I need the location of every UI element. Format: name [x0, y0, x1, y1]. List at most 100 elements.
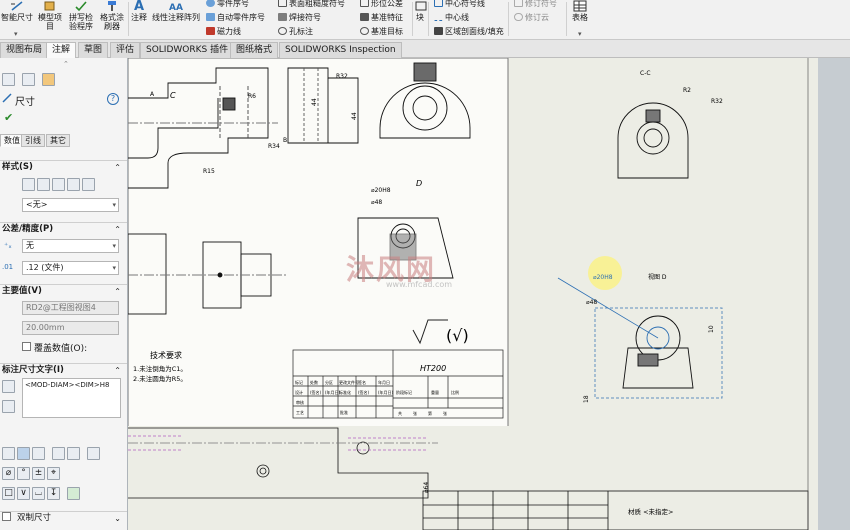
tab-leaders[interactable]: 引线: [21, 134, 45, 147]
block-label: 块: [416, 13, 424, 22]
symbol-counterbore-button[interactable]: ⌴: [32, 487, 45, 500]
weld-symbol-label: 焊接符号: [289, 13, 321, 22]
geometric-tolerance-button[interactable]: 形位公差: [360, 0, 403, 9]
primary-value-section-header[interactable]: 主要值(V) ⌃: [0, 284, 127, 298]
center-mark-icon: [434, 0, 443, 7]
dim-text-textarea[interactable]: <MOD-DIAM><DIM>H8: [22, 378, 121, 418]
align-right-button[interactable]: [32, 447, 45, 460]
dropdown-arrow-icon[interactable]: ▾: [578, 30, 582, 38]
tolerance-section-header[interactable]: 公差/精度(P) ⌃: [0, 222, 127, 236]
drawing-canvas[interactable]: HT200 标记 处数 分区 更改文件号 签名 年月日 设计 (签名) (年月日…: [128, 58, 850, 530]
magnetic-line-icon: [206, 27, 215, 35]
dim-text-leader-button[interactable]: [2, 380, 15, 393]
symbol-centerline-button[interactable]: ⌖: [47, 467, 60, 480]
chevron-up-icon: ⌃: [114, 366, 121, 375]
chevron-down-icon: ⌄: [114, 514, 121, 523]
dim-phi20h8-active[interactable]: ⌀20H8: [593, 274, 613, 281]
center-mark-label: 中心符号线: [445, 0, 485, 8]
linear-note-pattern-button[interactable]: AA 线性注释阵列: [150, 0, 202, 38]
center-mark-button[interactable]: 中心符号线: [434, 0, 485, 9]
style-save-button[interactable]: [67, 178, 80, 191]
dim-text-link-button[interactable]: [2, 400, 15, 413]
dim-18: 18: [583, 395, 590, 403]
weld-symbol-button[interactable]: 焊接符号: [278, 12, 321, 23]
override-checkbox[interactable]: [22, 342, 31, 351]
balloon-button[interactable]: 零件序号: [206, 0, 249, 9]
tab-other[interactable]: 其它: [46, 134, 70, 147]
tab-solidworks-inspection[interactable]: SOLIDWORKS Inspection: [279, 42, 402, 58]
block-button[interactable]: 块: [414, 0, 427, 38]
config-manager-tab[interactable]: [42, 73, 55, 86]
style-add-button[interactable]: [37, 178, 50, 191]
dim-44-left: 44: [311, 98, 318, 106]
tab-solidworks-addins[interactable]: SOLIDWORKS 插件: [140, 42, 235, 58]
symbol-countersink-button[interactable]: ∨: [17, 487, 30, 500]
pm-title: 尺寸: [15, 97, 35, 108]
tab-evaluate[interactable]: 评估: [110, 42, 141, 58]
text-position-2-button[interactable]: [67, 447, 80, 460]
symbol-diameter-button[interactable]: ⌀: [2, 467, 15, 480]
precision-select[interactable]: .12 (文件) ▾: [22, 261, 119, 275]
magnetic-line-label: 磁力线: [217, 27, 241, 36]
precision-value: .12 (文件): [26, 263, 64, 272]
dim-text-section-header[interactable]: 标注尺寸文字(I) ⌃: [0, 363, 127, 377]
tab-view-layout[interactable]: 视图布局: [0, 42, 49, 58]
symbol-plusminus-button[interactable]: ±: [32, 467, 45, 480]
property-manager-tab[interactable]: [2, 73, 15, 86]
ok-checkmark-icon[interactable]: ✔: [4, 111, 13, 124]
style-section-header[interactable]: 样式(S) ⌃: [0, 160, 127, 174]
symbol-square-button[interactable]: □: [2, 487, 15, 500]
tab-sketch[interactable]: 草图: [78, 42, 109, 58]
surface-finish-button[interactable]: 表面粗糙度符号: [278, 0, 345, 9]
align-left-button[interactable]: [2, 447, 15, 460]
feature-manager-tab[interactable]: [22, 73, 35, 86]
style-apply-default-button[interactable]: [22, 178, 35, 191]
revision-symbol-button[interactable]: 修订符号: [514, 0, 557, 9]
tb-header-4: 签名: [358, 379, 366, 385]
dim-r34: R34: [268, 143, 280, 150]
more-symbols-button[interactable]: [67, 487, 80, 500]
ribbon-separator: [428, 2, 429, 36]
tab-annotation[interactable]: 注解: [46, 42, 77, 58]
align-center-button[interactable]: [17, 447, 30, 460]
text-position-3-button[interactable]: [87, 447, 100, 460]
style-delete-button[interactable]: [52, 178, 65, 191]
model-items-icon: [44, 1, 55, 11]
datum-feature-button[interactable]: 基准特征: [360, 12, 403, 23]
hole-callout-label: 孔标注: [289, 27, 313, 36]
view-d-detail: [622, 315, 694, 389]
model-items-button[interactable]: 模型项 目: [36, 0, 64, 38]
dropdown-arrow-icon[interactable]: ▾: [14, 30, 18, 38]
tolerance-section-label: 公差/精度(P): [2, 224, 54, 234]
dimension-icon: [2, 93, 12, 103]
magnetic-line-button[interactable]: 磁力线: [206, 26, 241, 37]
tab-sheet-format[interactable]: 图纸格式: [230, 42, 279, 58]
help-icon[interactable]: ?: [107, 93, 119, 105]
graphics-area[interactable]: HT200 标记 处数 分区 更改文件号 签名 年月日 设计 (签名) (年月日…: [128, 58, 850, 530]
centerline-button[interactable]: 中心线: [434, 12, 469, 23]
symbol-degree-button[interactable]: °: [17, 467, 30, 480]
spell-checker-button[interactable]: 拼写检 验程序: [66, 0, 96, 38]
dual-dimension-checkbox[interactable]: [2, 512, 11, 521]
view-selection-box[interactable]: [594, 307, 723, 399]
symbol-depth-button[interactable]: ↧: [47, 487, 60, 500]
text-position-1-button[interactable]: [52, 447, 65, 460]
linear-note-pattern-label: 线性注释阵列: [152, 13, 200, 22]
auto-balloon-button[interactable]: 自动零件序号: [206, 12, 265, 23]
format-painter-button[interactable]: 格式涂 刷器: [97, 0, 127, 38]
datum-target-button[interactable]: 基准目标: [360, 26, 403, 37]
dim-text-value: <MOD-DIAM><DIM>H8: [25, 381, 110, 389]
note-button[interactable]: A 注释: [130, 0, 148, 38]
command-manager-ribbon: 智能尺寸 模型项 目 拼写检 验程序 格式涂 刷器 A 注释 AA 线性注释阵列…: [0, 0, 850, 40]
panel-collapse-icon[interactable]: ⌃: [63, 60, 69, 68]
dim-text-section-label: 标注尺寸文字(I): [2, 365, 64, 375]
revision-cloud-label: 修订云: [525, 13, 549, 22]
tolerance-type-select[interactable]: 无 ▾: [22, 239, 119, 253]
primary-value-input[interactable]: 20.00mm: [22, 321, 119, 335]
revision-cloud-button[interactable]: 修订云: [514, 12, 549, 23]
style-select[interactable]: <无> ▾: [22, 198, 119, 212]
dim-phi20h8-mid: ⌀20H8: [371, 187, 391, 194]
style-load-button[interactable]: [82, 178, 95, 191]
hole-callout-button[interactable]: 孔标注: [278, 26, 313, 37]
area-hatch-button[interactable]: 区域剖面线/填充: [434, 26, 504, 37]
